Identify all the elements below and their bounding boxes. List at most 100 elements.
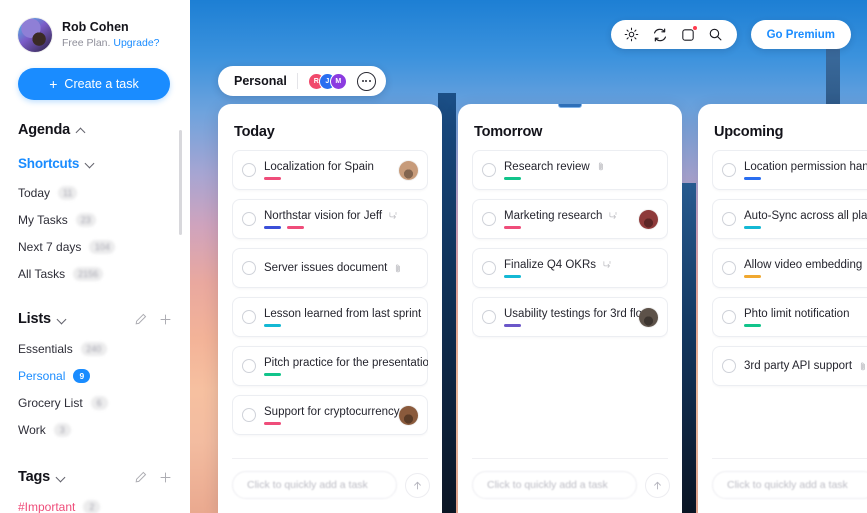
quick-add-submit-button[interactable] — [645, 472, 670, 498]
task-body: Northstar vision for Jeff — [264, 210, 418, 229]
chevron-down-icon[interactable] — [86, 159, 95, 168]
task-card[interactable]: Northstar vision for Jeff — [232, 199, 428, 239]
notifications-button[interactable] — [676, 23, 700, 47]
sidebar-item-badge: 3 — [53, 422, 71, 437]
task-checkbox[interactable] — [242, 163, 256, 177]
sidebar: Rob Cohen Free Plan. Upgrade? + Create a… — [0, 0, 190, 513]
task-body: 3rd party API support — [744, 360, 867, 372]
task-card[interactable]: Localization for Spain — [232, 150, 428, 190]
chevron-down-icon[interactable] — [58, 315, 67, 324]
plus-icon[interactable] — [159, 471, 172, 484]
task-title-row: Phto limit notification — [744, 308, 867, 320]
task-checkbox[interactable] — [242, 212, 256, 226]
sidebar-scrollbar[interactable] — [179, 130, 182, 235]
search-icon — [709, 28, 722, 41]
section-shortcuts[interactable]: Shortcuts — [0, 156, 190, 171]
task-assignee-avatar[interactable] — [639, 209, 658, 229]
profile-plan: Free Plan. Upgrade? — [62, 37, 160, 50]
task-checkbox[interactable] — [722, 163, 736, 177]
task-title-row: Auto-Sync across all platforms — [744, 210, 867, 222]
task-assignee-avatar[interactable] — [399, 405, 418, 425]
plus-icon[interactable] — [159, 313, 172, 326]
task-assignee-avatar[interactable] — [399, 160, 418, 180]
task-checkbox[interactable] — [242, 359, 256, 373]
task-checkbox[interactable] — [482, 310, 496, 324]
upgrade-link[interactable]: Upgrade? — [113, 37, 159, 49]
quick-add-submit-button[interactable] — [405, 472, 430, 498]
task-card[interactable]: Lesson learned from last sprint — [232, 297, 428, 337]
sidebar-item-work[interactable]: Work 3 — [0, 416, 190, 443]
task-checkbox[interactable] — [242, 310, 256, 324]
sidebar-item-label: All Tasks — [18, 266, 66, 281]
shortcuts-list: Today 11 My Tasks 23 Next 7 days 104 All Tasks… — [0, 179, 190, 287]
column-title: Tomorrow — [474, 124, 543, 140]
task-card[interactable]: 3rd party API support — [712, 346, 867, 386]
sidebar-item-important[interactable]: #Important 2 — [0, 493, 190, 513]
quick-add-input[interactable] — [232, 471, 397, 499]
avatar — [18, 18, 52, 52]
quick-add-input[interactable] — [472, 471, 637, 499]
task-card[interactable]: Pitch practice for the presentation — [232, 346, 428, 386]
arrow-up-icon — [654, 481, 661, 489]
task-card[interactable]: Support for cryptocurrency — [232, 395, 428, 435]
task-checkbox[interactable] — [242, 261, 256, 275]
sidebar-item-grocery-list[interactable]: Grocery List 6 — [0, 389, 190, 416]
profile-section[interactable]: Rob Cohen Free Plan. Upgrade? — [0, 12, 190, 52]
task-checkbox[interactable] — [722, 212, 736, 226]
member-avatar-stack[interactable]: RJM — [307, 72, 347, 90]
sidebar-item-my-tasks[interactable]: My Tasks 23 — [0, 206, 190, 233]
section-tags[interactable]: Tags — [0, 469, 190, 485]
task-card[interactable]: Phto limit notification — [712, 297, 867, 337]
pencil-icon[interactable] — [134, 471, 147, 484]
column-drag-handle[interactable] — [558, 104, 582, 108]
task-assignee-avatar[interactable] — [639, 307, 658, 327]
column-title: Upcoming — [714, 124, 784, 140]
task-card[interactable]: Usability testings for 3rd flow — [472, 297, 668, 337]
task-card[interactable]: Location permission handling — [712, 150, 867, 190]
sidebar-item-today[interactable]: Today 11 — [0, 179, 190, 206]
task-checkbox[interactable] — [722, 310, 736, 324]
task-card[interactable]: Marketing research — [472, 199, 668, 239]
sidebar-item-label: Today — [18, 185, 51, 200]
task-checkbox[interactable] — [482, 212, 496, 226]
task-card[interactable]: Research review — [472, 150, 668, 190]
task-card[interactable]: Allow video embedding — [712, 248, 867, 288]
task-checkbox[interactable] — [722, 261, 736, 275]
task-title-row: Localization for Spain — [264, 161, 391, 173]
member-avatar[interactable]: M — [329, 72, 347, 90]
section-lists[interactable]: Lists — [0, 311, 190, 327]
task-body: Localization for Spain — [264, 161, 391, 180]
sidebar-item-label: Essentials — [18, 341, 73, 356]
settings-button[interactable] — [620, 23, 644, 47]
task-card[interactable]: Auto-Sync across all platforms — [712, 199, 867, 239]
section-agenda[interactable]: Agenda — [0, 122, 190, 138]
chevron-down-icon[interactable] — [57, 473, 66, 482]
sidebar-item-all-tasks[interactable]: All Tasks 2156 — [0, 260, 190, 287]
task-checkbox[interactable] — [722, 359, 736, 373]
task-checkbox[interactable] — [242, 408, 256, 422]
sync-button[interactable] — [648, 23, 672, 47]
task-card[interactable]: Server issues document — [232, 248, 428, 288]
sidebar-item-badge: 6 — [90, 395, 108, 410]
task-checkbox[interactable] — [482, 261, 496, 275]
quick-add-input[interactable] — [712, 471, 867, 499]
sidebar-item-badge: 9 — [73, 368, 91, 383]
list-options-button[interactable] — [356, 71, 376, 91]
go-premium-button[interactable]: Go Premium — [750, 20, 851, 49]
sidebar-item-personal[interactable]: Personal 9 — [0, 362, 190, 389]
task-checkbox[interactable] — [482, 163, 496, 177]
create-task-button[interactable]: + Create a task — [18, 68, 170, 100]
search-button[interactable] — [704, 23, 728, 47]
task-title: Server issues document — [264, 262, 388, 274]
board-area: Go Premium Personal RJM Today Localizatio… — [190, 0, 867, 513]
pencil-icon[interactable] — [134, 313, 147, 326]
list-tab[interactable]: Personal RJM — [218, 66, 386, 96]
task-card[interactable]: Finalize Q4 OKRs — [472, 248, 668, 288]
sidebar-item-next-7-days[interactable]: Next 7 days 104 — [0, 233, 190, 260]
task-title-row: Northstar vision for Jeff — [264, 210, 418, 222]
chevron-up-icon[interactable] — [77, 126, 86, 135]
task-title-row: Finalize Q4 OKRs — [504, 259, 658, 271]
task-tag-row — [744, 274, 867, 278]
task-tag — [264, 421, 281, 425]
sidebar-item-essentials[interactable]: Essentials 240 — [0, 335, 190, 362]
